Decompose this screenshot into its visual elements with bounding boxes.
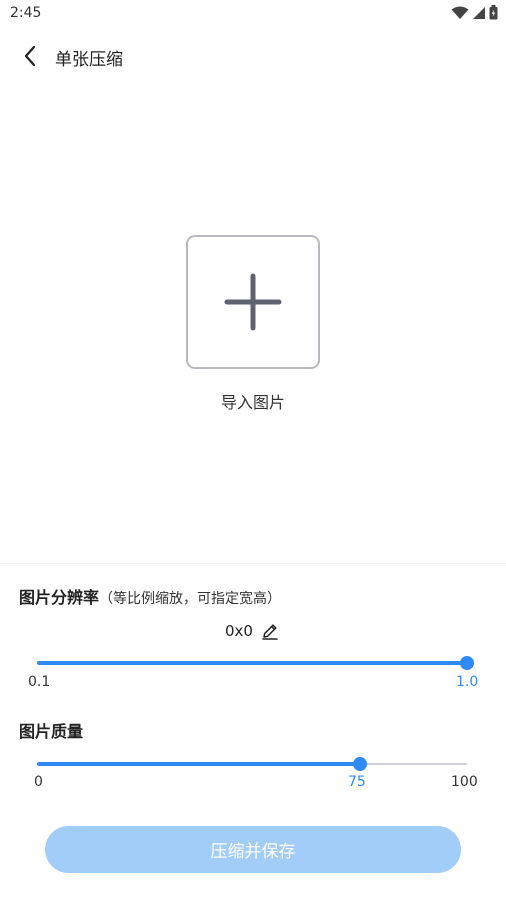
- quality-title: 图片质量: [19, 722, 84, 741]
- pencil-icon: [262, 624, 278, 640]
- signal-icon: [473, 6, 485, 19]
- resolution-slider-thumb[interactable]: [460, 656, 474, 670]
- divider: [0, 563, 506, 564]
- quality-max-label: 100: [451, 774, 478, 790]
- import-image-button[interactable]: [186, 235, 320, 369]
- status-time: 2:45: [10, 5, 42, 21]
- resolution-title: 图片分辨率: [19, 588, 100, 607]
- import-image-label: 导入图片: [220, 393, 285, 412]
- resolution-hint: （等比例缩放，可指定宽高）: [99, 591, 282, 607]
- resolution-slider[interactable]: [37, 653, 474, 673]
- quality-slider-thumb[interactable]: [352, 757, 367, 771]
- plus-icon: [224, 273, 282, 331]
- compress-and-save-button[interactable]: 压缩并保存: [45, 826, 461, 873]
- app-bar: 单张压缩: [0, 36, 506, 76]
- wifi-icon: [451, 6, 469, 19]
- resolution-min-label: 0.1: [28, 674, 51, 690]
- resolution-value-row: 0x0: [0, 620, 506, 642]
- status-icons: [451, 5, 498, 20]
- resolution-current-label: 1.0: [456, 674, 479, 690]
- quality-current-label: 75: [348, 774, 366, 790]
- page-title: 单张压缩: [55, 50, 123, 70]
- quality-min-label: 0: [34, 774, 43, 790]
- back-button[interactable]: [14, 40, 46, 72]
- resolution-section-title: 图片分辨率（等比例缩放，可指定宽高）: [19, 584, 281, 608]
- resolution-value: 0x0: [225, 622, 253, 640]
- quality-slider-fill: [37, 762, 360, 766]
- edit-resolution-button[interactable]: [259, 620, 281, 642]
- back-arrow-icon: [24, 45, 36, 67]
- status-bar: 2:45: [0, 0, 506, 28]
- resolution-slider-fill: [37, 661, 467, 665]
- quality-slider[interactable]: [37, 754, 467, 774]
- battery-icon: [489, 5, 498, 20]
